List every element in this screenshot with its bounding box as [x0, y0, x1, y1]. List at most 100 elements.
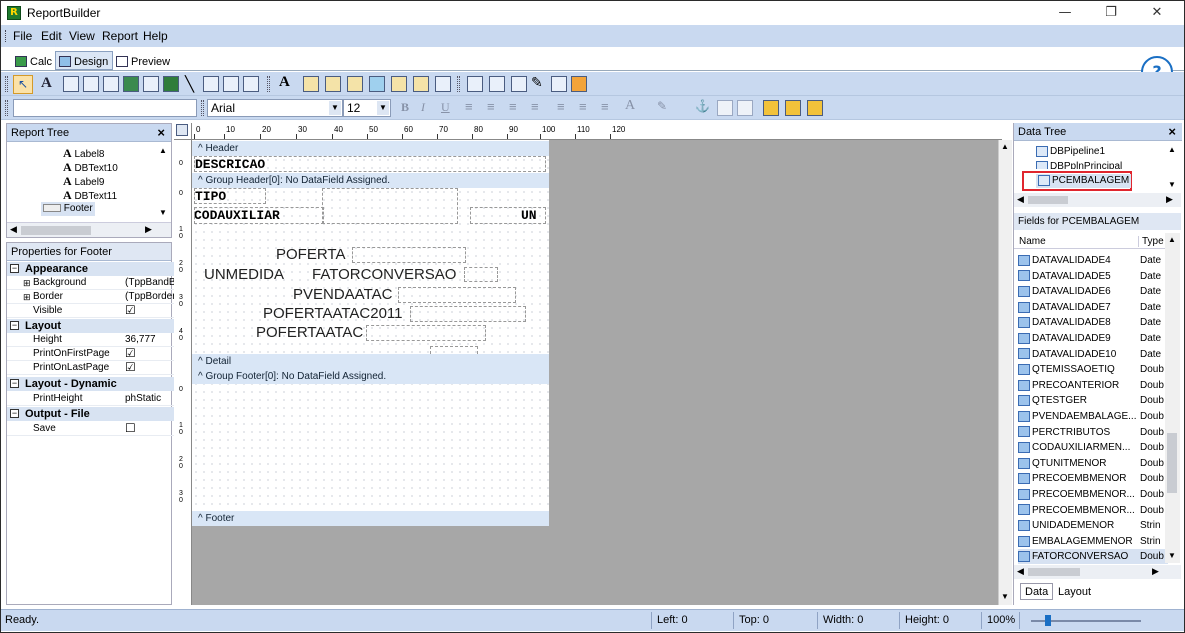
- grid-tool-icon[interactable]: [551, 76, 567, 92]
- dbcalc-tool-icon[interactable]: [369, 76, 385, 92]
- subreport-tool-icon[interactable]: [243, 76, 259, 92]
- field-row[interactable]: PVENDAEMBALAGE... Doub: [1018, 409, 1168, 424]
- line-tool-icon[interactable]: ╲: [185, 75, 194, 93]
- align-center-icon[interactable]: ≡: [487, 99, 495, 114]
- prop-value[interactable]: phStatic: [125, 392, 175, 406]
- underline-icon[interactable]: U: [441, 100, 450, 115]
- field-row[interactable]: DATAVALIDADE10 Date: [1018, 347, 1168, 362]
- scroll-up-icon[interactable]: ▲: [1001, 142, 1009, 151]
- align-right-icon[interactable]: ≡: [509, 99, 517, 114]
- bold-icon[interactable]: B: [401, 100, 409, 115]
- prop-row-printonfirstpage[interactable]: PrintOnFirstPage ☑: [7, 347, 177, 361]
- printonlastpage-checkbox[interactable]: ☑: [125, 361, 175, 373]
- crosstab-tool-icon[interactable]: [467, 76, 483, 92]
- align-objects-icon[interactable]: [807, 100, 823, 116]
- collapse-icon[interactable]: −: [10, 409, 19, 418]
- scroll-right-icon[interactable]: ▶: [1166, 194, 1173, 205]
- prop-value[interactable]: (TppBandBa: [125, 276, 175, 290]
- menu-report[interactable]: Report: [102, 29, 138, 43]
- field-row[interactable]: PERCTRIBUTOS Doub: [1018, 425, 1168, 440]
- minimize-button[interactable]: —: [1042, 2, 1088, 24]
- fields-hscroll[interactable]: ◀ ▶: [1014, 565, 1181, 579]
- dbmemo-tool-icon[interactable]: [325, 76, 341, 92]
- collapse-icon[interactable]: −: [10, 321, 19, 330]
- dbtext-descricao[interactable]: DESCRICAO: [194, 156, 546, 172]
- send-back-icon[interactable]: [785, 100, 801, 116]
- tree-item-label8[interactable]: A Label8: [63, 146, 104, 160]
- valign-top-icon[interactable]: ≡: [557, 99, 565, 114]
- prop-row-printonlastpage[interactable]: PrintOnLastPage ☑: [7, 361, 177, 375]
- field-row[interactable]: DATAVALIDADE8 Date: [1018, 315, 1168, 330]
- label-pofertaatac2011[interactable]: POFERTAATAC2011: [263, 305, 403, 322]
- image-tool-icon[interactable]: [143, 76, 159, 92]
- tab-preview[interactable]: Preview: [112, 51, 175, 70]
- close-button[interactable]: ✕: [1134, 2, 1180, 24]
- tree-item-footer[interactable]: Footer: [41, 202, 95, 216]
- dbimage-tool-icon[interactable]: [391, 76, 407, 92]
- prop-category-layout[interactable]: − Layout: [7, 319, 177, 333]
- pvendaatac-field[interactable]: [398, 287, 516, 303]
- tree-item-dbtext11[interactable]: A DBText11: [63, 188, 117, 202]
- field-row[interactable]: DATAVALIDADE7 Date: [1018, 300, 1168, 315]
- chart-tool-icon[interactable]: [571, 76, 587, 92]
- tab-design[interactable]: Design: [55, 51, 114, 70]
- prop-row-printheight[interactable]: PrintHeight phStatic: [7, 392, 177, 406]
- paint-tool-icon[interactable]: ✎: [531, 74, 543, 91]
- component-combo[interactable]: [13, 99, 197, 117]
- prop-row-background[interactable]: ⊞Background (TppBandBa: [7, 276, 177, 290]
- expand-icon[interactable]: ⊞: [23, 276, 31, 290]
- dbtext-tipo[interactable]: TIPO: [194, 188, 266, 204]
- menu-file[interactable]: File: [13, 29, 32, 43]
- richtext-tool-icon[interactable]: [83, 76, 99, 92]
- design-vscroll[interactable]: ▲ ▼: [998, 140, 1012, 605]
- field-row[interactable]: DATAVALIDADE9 Date: [1018, 331, 1168, 346]
- band-header[interactable]: ^ Header: [192, 141, 549, 156]
- border-style-icon[interactable]: [737, 100, 753, 116]
- table-tool-icon[interactable]: [489, 76, 505, 92]
- field-row[interactable]: PRECOEMBMENOR... Doub: [1018, 487, 1168, 502]
- close-icon[interactable]: ×: [1168, 124, 1176, 139]
- anchor-icon[interactable]: ⚓: [695, 99, 710, 113]
- scroll-right-icon[interactable]: ▶: [1152, 566, 1159, 577]
- scroll-up-icon[interactable]: ▲: [159, 146, 167, 155]
- field-row[interactable]: QTUNITMENOR Doub: [1018, 456, 1168, 471]
- dbbarcode-tool-icon[interactable]: [413, 76, 429, 92]
- scroll-left-icon[interactable]: ◀: [10, 224, 17, 235]
- collapse-icon[interactable]: −: [10, 264, 19, 273]
- zoom-slider-thumb[interactable]: [1045, 615, 1051, 626]
- tree-item-dbtext10[interactable]: A DBText10: [63, 160, 118, 174]
- font-name-select[interactable]: Arial ▼: [207, 99, 343, 117]
- prop-row-visible[interactable]: Visible ☑: [7, 304, 177, 318]
- prop-category-output-file[interactable]: − Output - File: [7, 407, 177, 421]
- dblabel-tool-icon[interactable]: A: [279, 74, 290, 91]
- pofertaatac2011-field[interactable]: [410, 306, 526, 322]
- shape-tool-icon[interactable]: [203, 76, 219, 92]
- data-tree-hscroll[interactable]: ◀ ▶: [1014, 193, 1181, 207]
- pagebreak-tool-icon[interactable]: [511, 76, 527, 92]
- systemvar-tool-icon[interactable]: [103, 76, 119, 92]
- variable-tool-icon[interactable]: [123, 76, 139, 92]
- prop-value[interactable]: 36,777: [125, 333, 175, 347]
- label-fatorconversao[interactable]: FATORCONVERSAO: [312, 266, 456, 283]
- valign-bottom-icon[interactable]: ≡: [601, 99, 609, 114]
- prop-category-layout-dynamic[interactable]: − Layout - Dynamic: [7, 377, 177, 391]
- save-checkbox[interactable]: ☐: [125, 422, 175, 434]
- empty-field-box[interactable]: [322, 188, 458, 224]
- scroll-down-icon[interactable]: ▼: [1168, 180, 1176, 189]
- partial-field[interactable]: [430, 346, 478, 354]
- scroll-thumb[interactable]: [1028, 568, 1080, 576]
- menu-help[interactable]: Help: [143, 29, 168, 43]
- justify-icon[interactable]: ≡: [531, 99, 539, 114]
- label-pvendaatac[interactable]: PVENDAATAC: [293, 286, 392, 303]
- expand-icon[interactable]: ⊞: [23, 290, 31, 304]
- label-poferta[interactable]: POFERTA: [276, 246, 345, 263]
- collapse-icon[interactable]: −: [10, 379, 19, 388]
- field-row[interactable]: EMBALAGEMMENOR Strin: [1018, 534, 1168, 549]
- italic-icon[interactable]: I: [421, 100, 425, 115]
- field-row[interactable]: DATAVALIDADE6 Date: [1018, 284, 1168, 299]
- band-footer[interactable]: ^ Footer: [192, 511, 549, 526]
- close-icon[interactable]: ×: [157, 125, 165, 140]
- scroll-thumb[interactable]: [1167, 433, 1177, 493]
- pipeline-dbpplnprincipal[interactable]: DBPplnPrincipal: [1036, 160, 1122, 169]
- font-size-select[interactable]: 12 ▼: [343, 99, 391, 117]
